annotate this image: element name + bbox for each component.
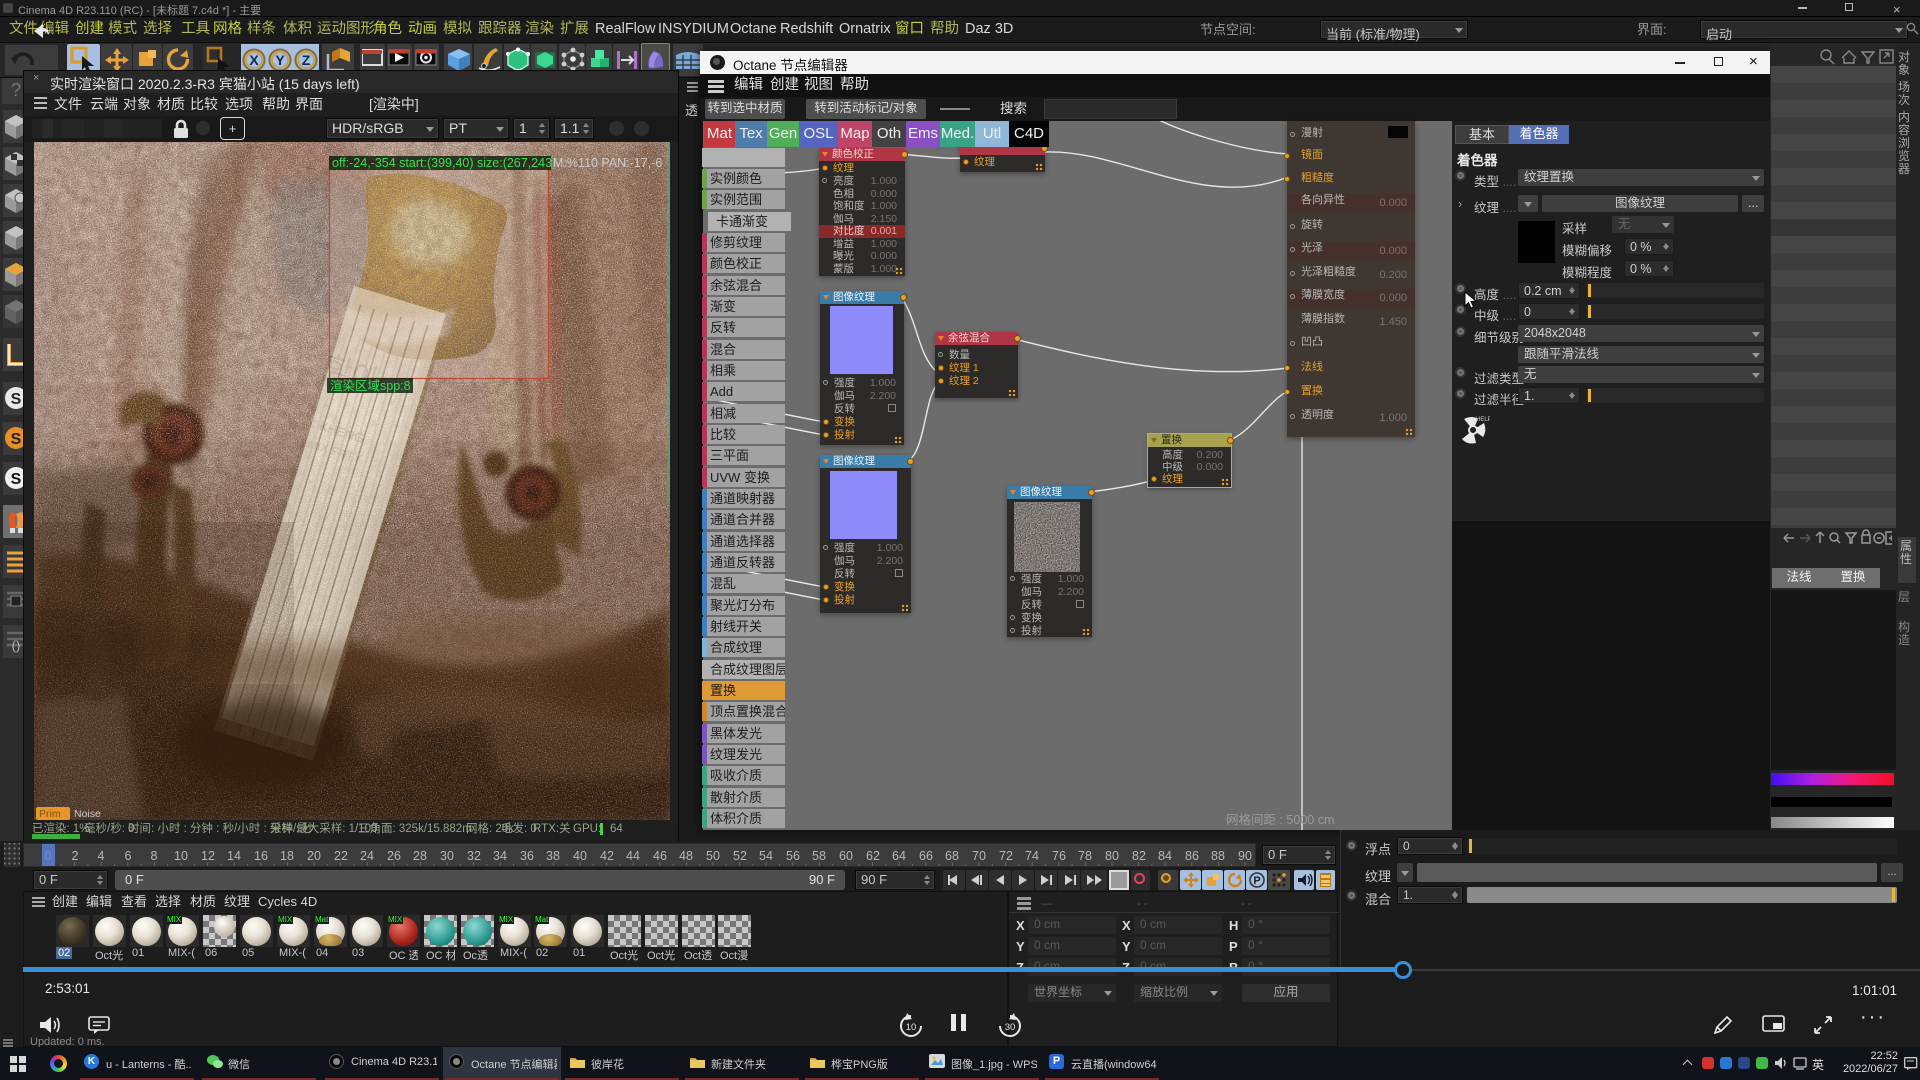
svg-text:16: 16 [254,849,268,863]
svg-text:S: S [11,431,22,448]
svg-text:62: 62 [866,849,880,863]
svg-text:72: 72 [999,849,1013,863]
svg-text:20: 20 [307,849,321,863]
svg-text:90: 90 [1238,849,1252,863]
svg-text:44: 44 [626,849,640,863]
svg-text:54: 54 [759,849,773,863]
svg-text:26: 26 [387,849,401,863]
svg-text:14: 14 [227,849,241,863]
svg-text:(): () [12,638,21,653]
svg-text:P: P [1253,875,1260,887]
svg-text:4: 4 [98,849,105,863]
svg-text:34: 34 [493,849,507,863]
svg-text:S: S [11,471,22,488]
svg-text:30: 30 [440,849,454,863]
svg-text:24: 24 [360,849,374,863]
svg-text:off:-24,-354 start:(399,40) si: off:-24,-354 start:(399,40) size:(267,24… [332,156,556,170]
svg-text:52: 52 [733,849,747,863]
svg-text:42: 42 [600,849,614,863]
svg-text:80: 80 [1105,849,1119,863]
svg-text:22: 22 [334,849,348,863]
svg-text:56: 56 [786,849,800,863]
svg-text:74: 74 [1025,849,1039,863]
svg-text:S: S [11,391,22,408]
svg-text:30: 30 [1005,1022,1016,1033]
svg-text:12: 12 [201,849,215,863]
svg-text:28: 28 [413,849,427,863]
svg-text:38: 38 [546,849,560,863]
svg-text:Y: Y [275,52,285,68]
svg-text:60: 60 [839,849,853,863]
svg-text:32: 32 [467,849,481,863]
svg-text:88: 88 [1211,849,1225,863]
svg-text:66: 66 [919,849,933,863]
svg-text:Z: Z [302,52,311,68]
svg-text:78: 78 [1078,849,1092,863]
svg-text:渲染区域spp:8: 渲染区域spp:8 [330,378,411,393]
svg-text:HELP: HELP [1476,417,1490,423]
svg-text:36: 36 [520,849,534,863]
svg-text:86: 86 [1185,849,1199,863]
svg-text:70: 70 [972,849,986,863]
svg-text:58: 58 [812,849,826,863]
svg-text:64: 64 [892,849,906,863]
svg-text:76: 76 [1052,849,1066,863]
svg-text:46: 46 [653,849,667,863]
svg-text:10: 10 [174,849,188,863]
svg-text:84: 84 [1158,849,1172,863]
svg-text:18: 18 [280,849,294,863]
svg-text:Prim: Prim [39,808,61,820]
svg-text:Noise: Noise [74,808,101,820]
svg-text:M:%110 PAN:-17,-6: M:%110 PAN:-17,-6 [553,156,662,170]
svg-text:82: 82 [1132,849,1146,863]
svg-text:68: 68 [945,849,959,863]
svg-text:10: 10 [906,1022,917,1033]
svg-text:X: X [249,52,259,68]
svg-text:8: 8 [151,849,158,863]
svg-text:50: 50 [706,849,720,863]
svg-text:6: 6 [125,849,132,863]
svg-text:48: 48 [679,849,693,863]
svg-text:2: 2 [72,849,79,863]
svg-text:40: 40 [573,849,587,863]
